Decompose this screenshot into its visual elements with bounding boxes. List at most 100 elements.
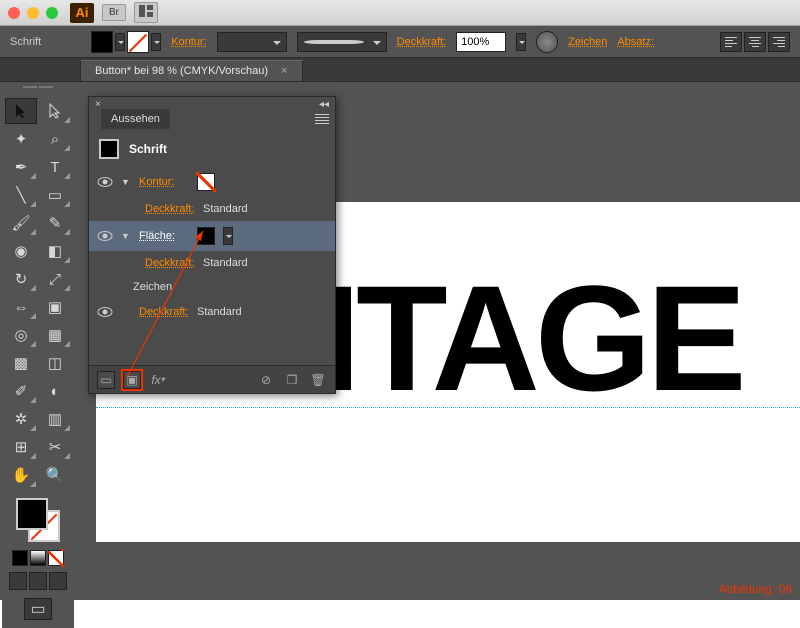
paintbrush-tool[interactable]: 🖌 — [5, 210, 37, 236]
fill-label[interactable]: Fläche: — [139, 230, 189, 242]
mesh-tool[interactable]: ▩ — [5, 350, 37, 376]
magic-wand-tool[interactable]: ✦ — [5, 126, 37, 152]
shape-builder-tool[interactable]: ◎ — [5, 322, 37, 348]
close-window-button[interactable] — [8, 7, 20, 19]
panel-menu-button[interactable] — [315, 114, 329, 124]
pen-tool[interactable]: ✒ — [5, 154, 37, 180]
appearance-target-row: Schrift — [89, 131, 335, 167]
characters-row[interactable]: Zeichen — [89, 275, 335, 299]
fill-dropdown[interactable] — [115, 33, 125, 51]
stroke-swatch-none[interactable] — [197, 173, 215, 191]
fill-stroke-swatches[interactable] — [91, 31, 161, 53]
eyedropper-tool[interactable]: ✐ — [5, 378, 37, 404]
rotate-tool[interactable]: ↻ — [5, 266, 37, 292]
color-mode-solid[interactable] — [12, 550, 28, 566]
symbol-sprayer-tool[interactable]: ✲ — [5, 406, 37, 432]
stroke-weight-select[interactable] — [217, 32, 287, 52]
free-transform-tool[interactable]: ▣ — [39, 294, 71, 320]
appearance-footer: ▭ ▣ fx▾ ⊘ ❐ 🗑 — [89, 365, 335, 393]
screen-mode-button[interactable]: ▭ — [24, 598, 52, 620]
fill-swatch-dropdown[interactable] — [223, 227, 233, 245]
blend-tool[interactable]: ◐ — [39, 378, 71, 404]
type-tool[interactable]: T — [39, 154, 71, 180]
delete-item-button[interactable]: 🗑 — [309, 371, 327, 389]
app-window: Ai Br Schrift Kontur: Deckkraft: Zeichen… — [0, 0, 800, 600]
zoom-tool[interactable]: 🔍 — [39, 462, 71, 488]
pencil-tool[interactable]: ✎ — [39, 210, 71, 236]
target-label: Schrift — [129, 142, 167, 156]
lasso-tool[interactable]: ⌕ — [39, 126, 71, 152]
object-opacity-label[interactable]: Deckkraft: — [139, 306, 189, 318]
fill-swatch[interactable] — [91, 31, 113, 53]
disclosure-icon[interactable]: ▼ — [121, 231, 131, 241]
panel-close-icon[interactable]: × — [95, 99, 101, 107]
new-fill-button[interactable]: ▣ — [123, 371, 141, 389]
selection-tool[interactable] — [5, 98, 37, 124]
variable-width-select[interactable] — [297, 32, 387, 52]
width-tool[interactable]: ⇔ — [5, 294, 37, 320]
characters-label: Zeichen — [133, 281, 172, 293]
rectangle-tool[interactable]: ▭ — [39, 182, 71, 208]
artboard-tool[interactable]: ⊞ — [5, 434, 37, 460]
draw-inside[interactable] — [49, 572, 67, 590]
fill-box[interactable] — [16, 498, 48, 530]
visibility-toggle[interactable] — [97, 175, 113, 189]
fill-opacity-label[interactable]: Deckkraft: — [145, 257, 195, 269]
visibility-toggle[interactable] — [97, 305, 113, 319]
scale-tool[interactable]: ⤢ — [39, 266, 71, 292]
stroke-dropdown[interactable] — [151, 33, 161, 51]
color-mode-none[interactable] — [48, 550, 64, 566]
line-tool[interactable]: ╲ — [5, 182, 37, 208]
align-center-button[interactable] — [744, 32, 766, 52]
fill-opacity-row[interactable]: Deckkraft: Standard — [89, 251, 335, 275]
align-right-button[interactable] — [768, 32, 790, 52]
stroke-opacity-label[interactable]: Deckkraft: — [145, 203, 195, 215]
appearance-body: Schrift ▼ Kontur: Deckkraft: Standard ▼ … — [89, 131, 335, 365]
stroke-swatch[interactable] — [127, 31, 149, 53]
document-tab-label: Button* bei 98 % (CMYK/Vorschau) — [95, 65, 268, 77]
arrange-documents-button[interactable] — [134, 2, 158, 23]
blob-brush-tool[interactable]: ◉ — [5, 238, 37, 264]
visibility-toggle[interactable] — [97, 229, 113, 243]
align-left-button[interactable] — [720, 32, 742, 52]
disclosure-icon[interactable]: ▼ — [121, 177, 131, 187]
draw-behind[interactable] — [29, 572, 47, 590]
color-mode-gradient[interactable] — [30, 550, 46, 566]
zoom-window-button[interactable] — [46, 7, 58, 19]
opacity-dropdown[interactable] — [516, 33, 526, 51]
opacity-input[interactable] — [456, 32, 506, 52]
add-effect-button[interactable]: fx▾ — [149, 371, 167, 389]
panel-collapse-icon[interactable]: ◂◂ — [319, 99, 329, 107]
slice-tool[interactable]: ✂ — [39, 434, 71, 460]
opacity-link[interactable]: Deckkraft: — [397, 36, 447, 48]
close-tab-button[interactable]: × — [281, 65, 287, 77]
draw-normal[interactable] — [9, 572, 27, 590]
eraser-tool[interactable]: ◧ — [39, 238, 71, 264]
panel-grip[interactable] — [8, 86, 68, 96]
column-graph-tool[interactable]: ▥ — [39, 406, 71, 432]
bridge-button[interactable]: Br — [102, 4, 126, 21]
stroke-link[interactable]: Kontur: — [171, 36, 206, 48]
duplicate-item-button[interactable]: ❐ — [283, 371, 301, 389]
stroke-label[interactable]: Kontur: — [139, 176, 189, 188]
window-traffic-lights — [8, 7, 58, 19]
perspective-grid-tool[interactable]: ▦ — [39, 322, 71, 348]
stroke-opacity-row[interactable]: Deckkraft: Standard — [89, 197, 335, 221]
fill-swatch-black[interactable] — [197, 227, 215, 245]
direct-selection-tool[interactable] — [39, 98, 71, 124]
document-tab[interactable]: Button* bei 98 % (CMYK/Vorschau) × — [80, 60, 303, 81]
paragraph-panel-link[interactable]: Absatz: — [617, 36, 654, 48]
recolor-button[interactable] — [536, 31, 558, 53]
clear-appearance-button[interactable]: ⊘ — [257, 371, 275, 389]
object-opacity-row[interactable]: Deckkraft: Standard — [89, 299, 335, 325]
object-opacity-value: Standard — [197, 306, 242, 318]
gradient-tool[interactable]: ◫ — [39, 350, 71, 376]
fill-stroke-control[interactable] — [14, 496, 62, 544]
appearance-tab[interactable]: Aussehen — [101, 109, 170, 129]
new-stroke-button[interactable]: ▭ — [97, 371, 115, 389]
character-panel-link[interactable]: Zeichen — [568, 36, 607, 48]
minimize-window-button[interactable] — [27, 7, 39, 19]
fill-row[interactable]: ▼ Fläche: — [89, 221, 335, 251]
stroke-row[interactable]: ▼ Kontur: — [89, 167, 335, 197]
hand-tool[interactable]: ✋ — [5, 462, 37, 488]
